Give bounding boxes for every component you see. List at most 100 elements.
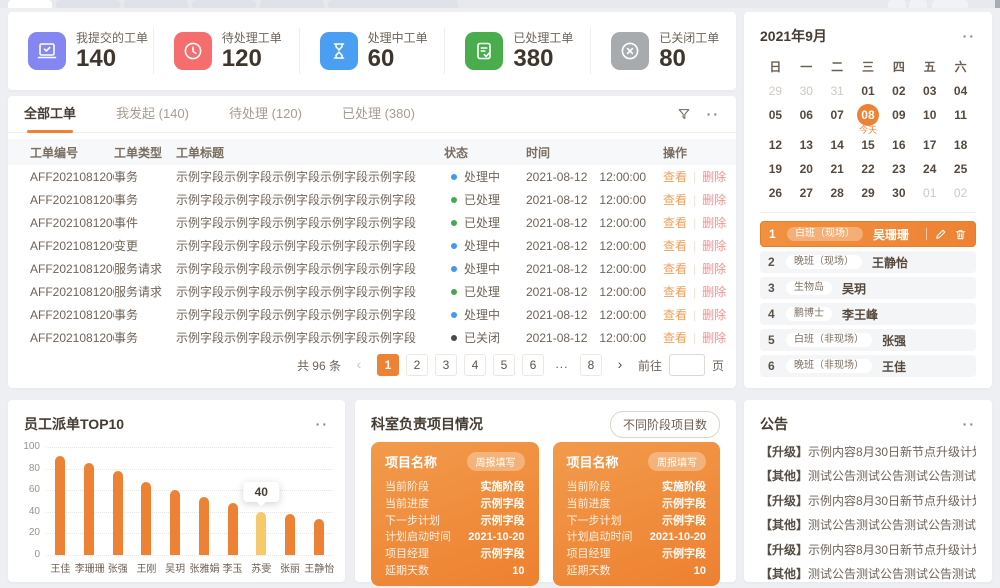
calendar-day[interactable]: 30 bbox=[791, 80, 822, 102]
calendar-day[interactable]: 18 bbox=[945, 134, 976, 156]
stat-card[interactable]: 待处理工单120 bbox=[153, 28, 299, 74]
calendar-day[interactable]: 01 bbox=[853, 80, 884, 102]
more-icon[interactable] bbox=[707, 109, 720, 119]
tab-orders-2[interactable]: 待处理 (120) bbox=[229, 96, 302, 132]
calendar-day[interactable]: 13 bbox=[791, 134, 822, 156]
chart-bar[interactable] bbox=[199, 497, 209, 555]
browser-tab[interactable] bbox=[909, 0, 927, 8]
calendar-day[interactable]: 04 bbox=[945, 80, 976, 102]
chart-bar[interactable] bbox=[256, 512, 266, 555]
page-button[interactable]: 2 bbox=[406, 354, 428, 376]
page-button[interactable]: 3 bbox=[435, 354, 457, 376]
chart-bar[interactable] bbox=[314, 519, 324, 555]
view-link[interactable]: 查看 bbox=[663, 262, 687, 276]
chart-bar[interactable] bbox=[170, 490, 180, 555]
calendar-day[interactable]: 20 bbox=[791, 158, 822, 180]
view-link[interactable]: 查看 bbox=[663, 331, 687, 345]
tab-all-orders[interactable]: 全部工单 bbox=[24, 96, 76, 132]
calendar-day[interactable]: 10 bbox=[914, 104, 945, 126]
roster-item[interactable]: 2晚班（现场）王静怡 bbox=[760, 251, 976, 273]
tab-orders-3[interactable]: 已处理 (380) bbox=[342, 96, 415, 132]
view-link[interactable]: 查看 bbox=[663, 216, 687, 230]
roster-item[interactable]: 5白班（非现场）张强 bbox=[760, 329, 976, 351]
page-button[interactable]: 8 bbox=[580, 354, 602, 376]
delete-link[interactable]: 删除 bbox=[702, 216, 726, 230]
chart-bar[interactable] bbox=[113, 471, 123, 555]
calendar-day[interactable]: 12 bbox=[760, 134, 791, 156]
chart-bar[interactable] bbox=[285, 514, 295, 555]
calendar-day[interactable]: 31 bbox=[822, 80, 853, 102]
announcement-item[interactable]: 【升级】示例内容8月30日新节点升级计划通知 bbox=[760, 489, 976, 513]
stat-card[interactable]: 处理中工单60 bbox=[299, 28, 445, 74]
delete-link[interactable]: 删除 bbox=[702, 308, 726, 322]
stat-card[interactable]: 已处理工单380 bbox=[444, 28, 590, 74]
chart-bar[interactable] bbox=[55, 456, 65, 555]
announcement-item[interactable]: 【升级】示例内容8月30日新节点升级计划通知 bbox=[760, 538, 976, 562]
roster-item[interactable]: 4鹏博士李王峰 bbox=[760, 303, 976, 325]
calendar-day[interactable]: 29 bbox=[853, 182, 884, 204]
page-input[interactable] bbox=[669, 354, 705, 376]
calendar-day[interactable]: 14 bbox=[822, 134, 853, 156]
browser-tab-active[interactable] bbox=[8, 0, 52, 8]
stat-card[interactable]: 我提交的工单140 bbox=[8, 28, 153, 74]
weekly-report-badge[interactable]: 周报填写 bbox=[648, 452, 706, 471]
calendar-day[interactable]: 21 bbox=[822, 158, 853, 180]
more-icon[interactable] bbox=[316, 419, 329, 429]
roster-item[interactable]: 1白班（现场）吴珊珊 bbox=[760, 221, 976, 247]
view-link[interactable]: 查看 bbox=[663, 308, 687, 322]
browser-tab[interactable] bbox=[260, 0, 324, 8]
browser-tab[interactable] bbox=[124, 0, 188, 8]
stat-card[interactable]: 已关闭工单80 bbox=[590, 28, 736, 74]
roster-item[interactable]: 3生物岛吴玥 bbox=[760, 277, 976, 299]
announcement-item[interactable]: 【其他】测试公告测试公告测试公告测试公告测试公告 bbox=[760, 562, 976, 582]
more-icon[interactable] bbox=[963, 31, 976, 41]
announcement-item[interactable]: 【其他】测试公告测试公告测试公告测试公告测试公告 bbox=[760, 464, 976, 488]
delete-link[interactable]: 删除 bbox=[702, 285, 726, 299]
calendar-day[interactable]: 16 bbox=[883, 134, 914, 156]
next-page-icon[interactable]: › bbox=[609, 354, 631, 376]
browser-tab[interactable] bbox=[56, 0, 120, 8]
calendar-day[interactable]: 03 bbox=[914, 80, 945, 102]
calendar-day[interactable]: 19 bbox=[760, 158, 791, 180]
filter-icon[interactable] bbox=[677, 107, 691, 121]
view-link[interactable]: 查看 bbox=[663, 285, 687, 299]
delete-link[interactable]: 删除 bbox=[702, 239, 726, 253]
calendar-day[interactable]: 26 bbox=[760, 182, 791, 204]
calendar-day[interactable]: 15 bbox=[853, 134, 884, 156]
browser-tab[interactable] bbox=[932, 0, 968, 8]
calendar-day[interactable]: 29 bbox=[760, 80, 791, 102]
prev-page-icon[interactable]: ‹ bbox=[348, 354, 370, 376]
trash-icon[interactable] bbox=[954, 228, 967, 241]
chart-bar[interactable] bbox=[84, 463, 94, 555]
calendar-day[interactable]: 02 bbox=[883, 80, 914, 102]
announcement-item[interactable]: 【升级】示例内容8月30日新节点升级计划通知 bbox=[760, 440, 976, 464]
calendar-day[interactable]: 11 bbox=[945, 104, 976, 126]
announcement-item[interactable]: 【其他】测试公告测试公告测试公告测试公告测试公告 bbox=[760, 513, 976, 537]
delete-link[interactable]: 删除 bbox=[702, 193, 726, 207]
calendar-day[interactable]: 05 bbox=[760, 104, 791, 126]
chart-bar[interactable] bbox=[228, 503, 238, 555]
page-button[interactable]: 6 bbox=[522, 354, 544, 376]
calendar-day[interactable]: 09 bbox=[883, 104, 914, 126]
delete-link[interactable]: 删除 bbox=[702, 331, 726, 345]
view-link[interactable]: 查看 bbox=[663, 170, 687, 184]
stage-count-button[interactable]: 不同阶段项目数 bbox=[610, 411, 720, 438]
page-button[interactable]: 5 bbox=[493, 354, 515, 376]
delete-link[interactable]: 删除 bbox=[702, 170, 726, 184]
calendar-day[interactable]: 28 bbox=[822, 182, 853, 204]
page-button[interactable]: 4 bbox=[464, 354, 486, 376]
calendar-day[interactable]: 23 bbox=[883, 158, 914, 180]
browser-tab[interactable] bbox=[328, 0, 458, 8]
view-link[interactable]: 查看 bbox=[663, 239, 687, 253]
calendar-day-today[interactable]: 08今天 bbox=[853, 104, 884, 126]
more-icon[interactable] bbox=[963, 419, 976, 429]
chart-bar[interactable] bbox=[141, 482, 151, 555]
page-button[interactable]: 1 bbox=[377, 354, 399, 376]
roster-item[interactable]: 6晚班（非现场）王佳 bbox=[760, 355, 976, 377]
delete-link[interactable]: 删除 bbox=[702, 262, 726, 276]
weekly-report-badge[interactable]: 周报填写 bbox=[467, 452, 525, 471]
edit-icon[interactable] bbox=[934, 228, 947, 241]
calendar-day[interactable]: 27 bbox=[791, 182, 822, 204]
calendar-day[interactable]: 07 bbox=[822, 104, 853, 126]
calendar-day[interactable]: 30 bbox=[883, 182, 914, 204]
